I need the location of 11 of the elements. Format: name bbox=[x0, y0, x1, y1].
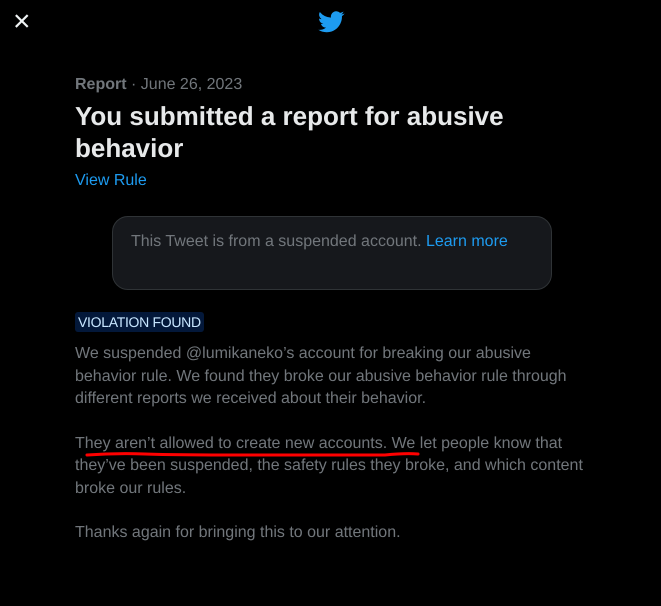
body-paragraph: They aren’t allowed to create new accounts. We let people know that they’ve been suspended, the safety rules they broke, and which content broke our rules. bbox=[75, 434, 584, 498]
body-paragraph: We suspended @lumikaneko’s account for breaking our abusive behavior rule. We found they broke our abusive behavior rule through different reports we received about their behavior. bbox=[75, 344, 568, 409]
report-date: Report · June 26, 2023 bbox=[75, 76, 244, 94]
notice-text: This Tweet is from a suspended account. bbox=[131, 233, 422, 250]
close-button[interactable]: × bbox=[8, 7, 36, 37]
report-title: You submitted a report for abusive behavior bbox=[75, 100, 505, 164]
learn-more-link[interactable]: Learn more bbox=[426, 233, 508, 250]
violation-badge: VIOLATION FOUND bbox=[75, 312, 204, 332]
bird-logo-icon bbox=[318, 11, 345, 33]
body-paragraph: Thanks again for bringing this to our attention. bbox=[75, 523, 402, 543]
view-rule-link[interactable]: View Rule bbox=[75, 172, 147, 189]
